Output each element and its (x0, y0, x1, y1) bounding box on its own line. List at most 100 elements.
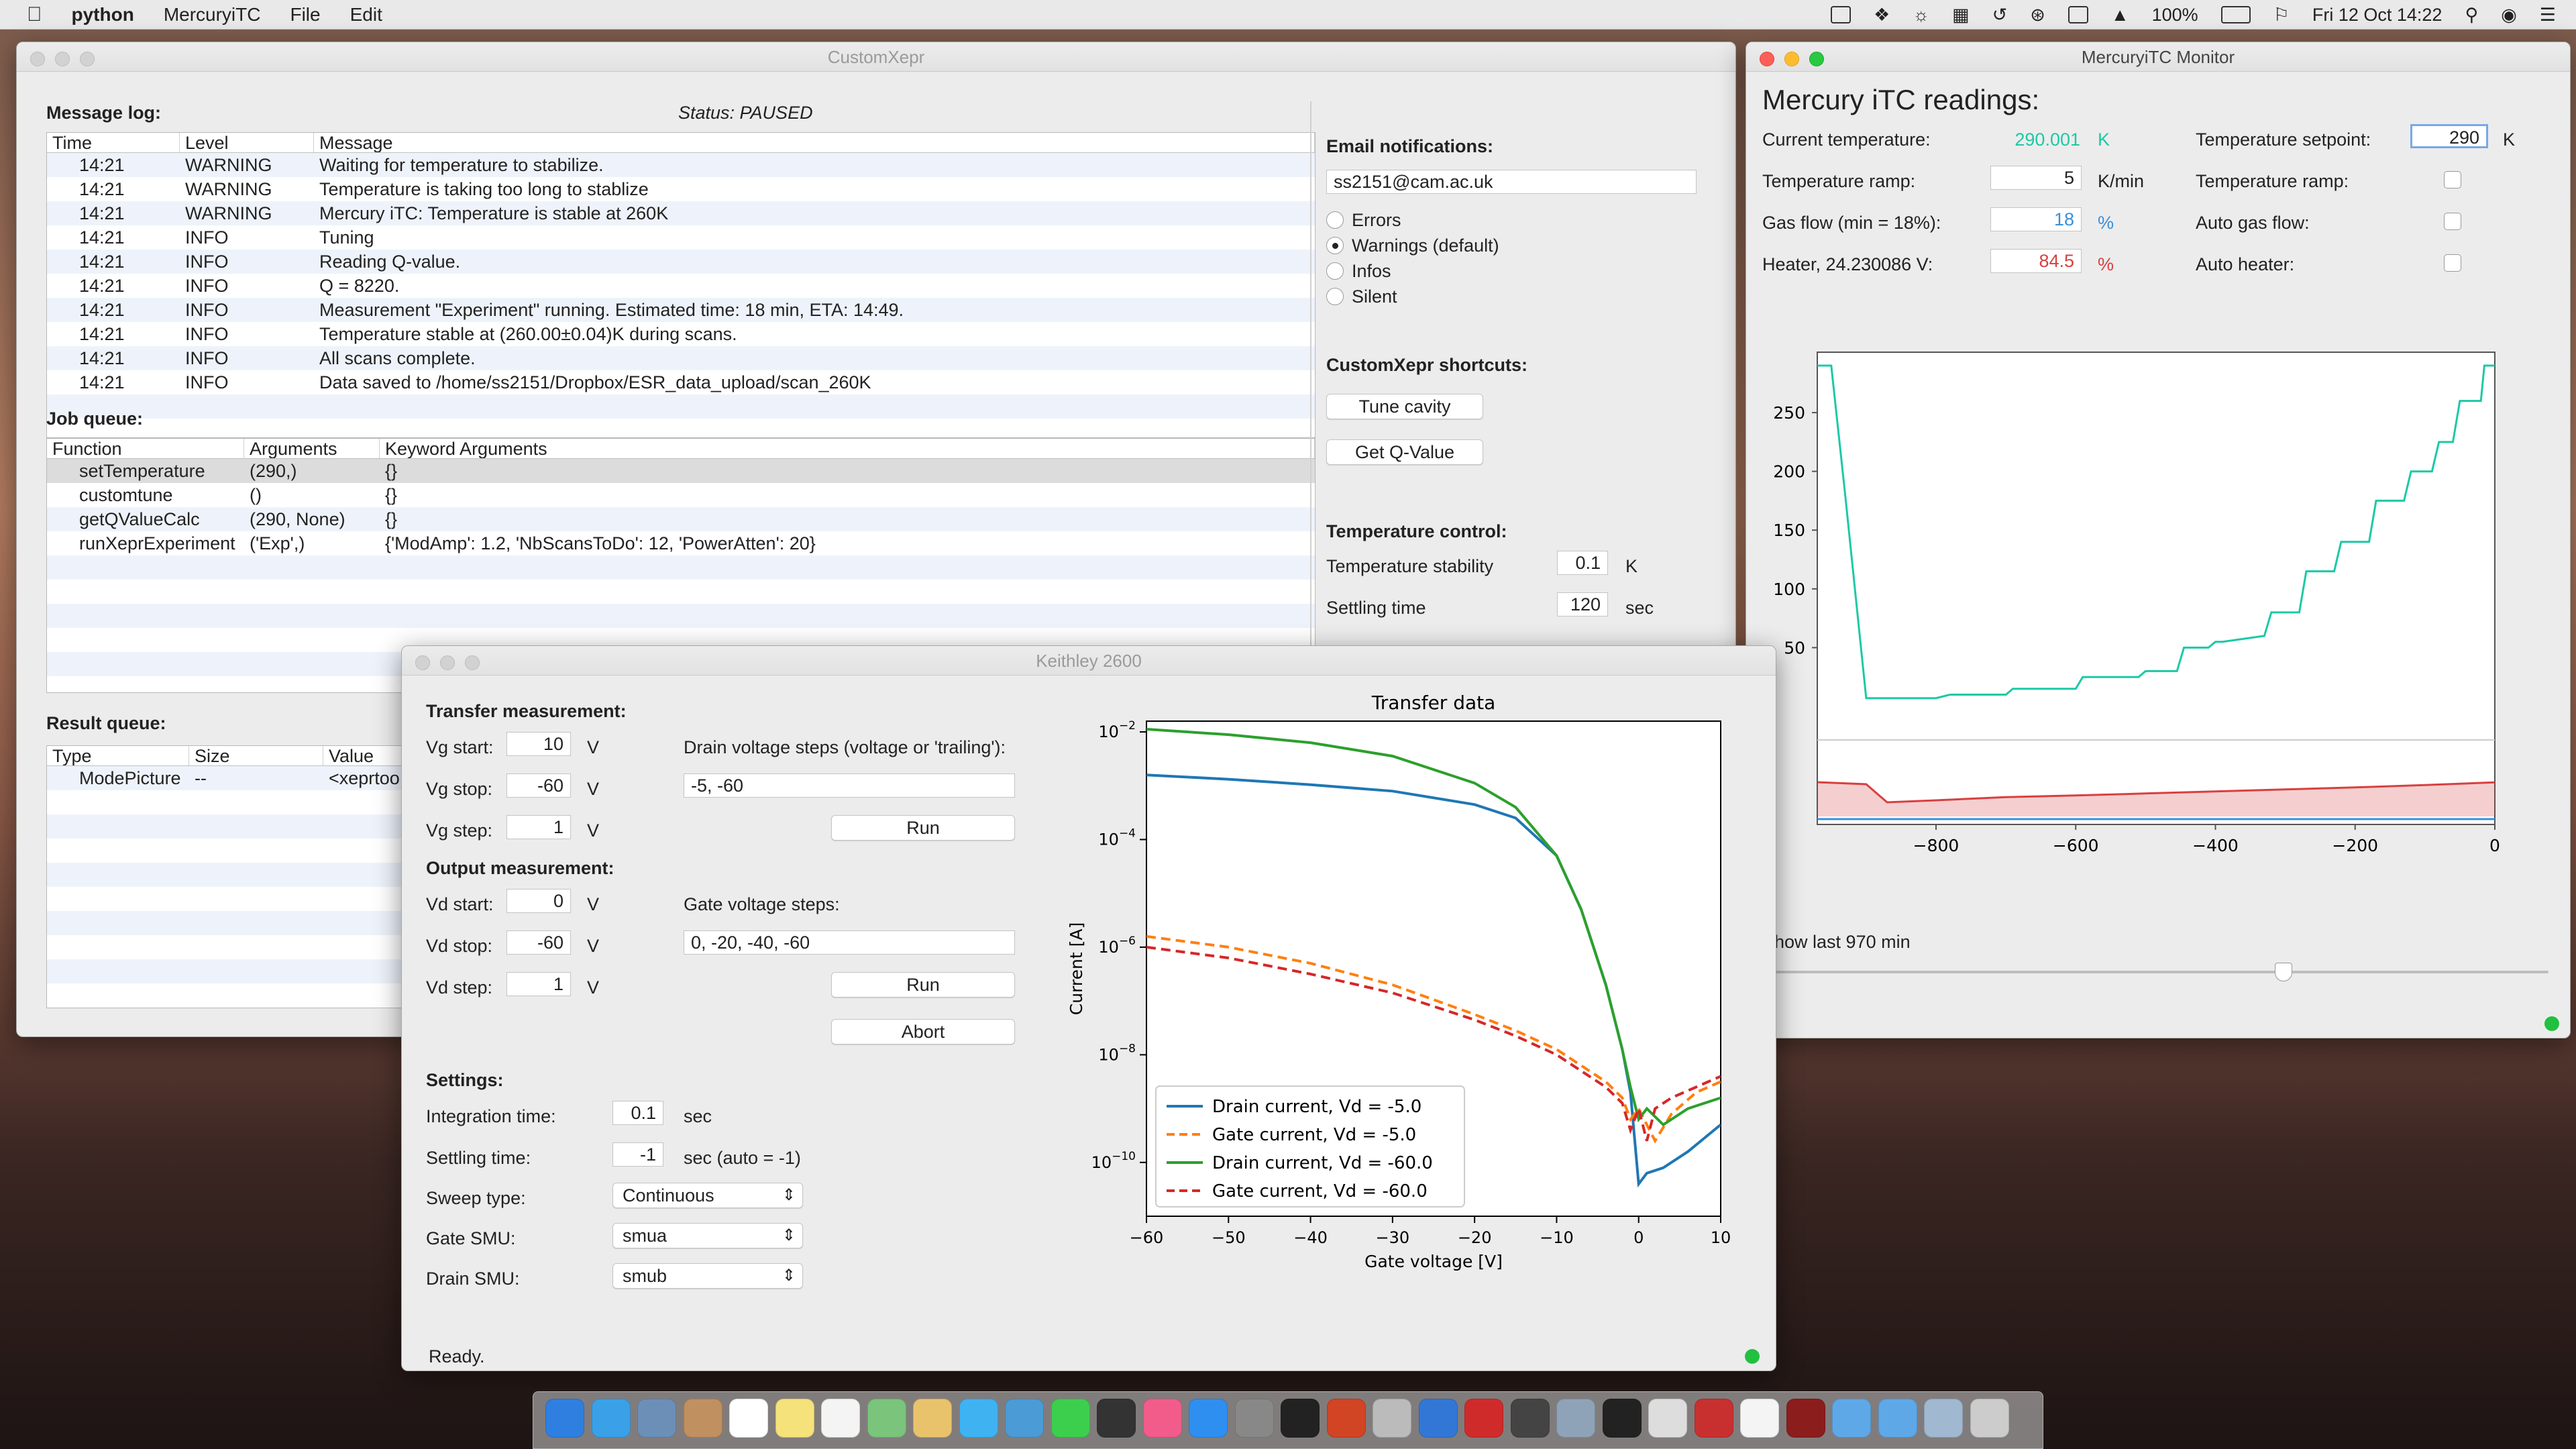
table-row[interactable]: 14:21 INFO Tuning (47, 225, 1315, 250)
get-qvalue-button[interactable]: Get Q-Value (1326, 439, 1483, 465)
zoom-button[interactable] (465, 655, 480, 670)
terminal-icon[interactable] (1602, 1399, 1642, 1438)
column-header[interactable]: Type (47, 746, 189, 765)
finder-icon[interactable] (545, 1399, 584, 1438)
column-header[interactable]: Keyword Arguments (380, 439, 1315, 458)
auto-heater-checkbox[interactable] (2444, 254, 2461, 272)
download-icon[interactable] (1924, 1399, 1963, 1438)
battery-icon[interactable] (2220, 6, 2251, 23)
vg-step-field[interactable]: 1 (506, 815, 571, 839)
notify-radio-0[interactable] (1326, 211, 1344, 229)
mercury-titlebar[interactable]: MercuryiTC Monitor (1746, 42, 2570, 72)
spider-icon[interactable] (1373, 1399, 1411, 1438)
table-row[interactable]: 14:21 WARNING Waiting for temperature to s… (47, 153, 1315, 177)
minimize-button[interactable] (440, 655, 455, 670)
vd-stop-field[interactable]: -60 (506, 930, 571, 955)
ramp-field[interactable]: 5 (1990, 166, 2082, 190)
column-header[interactable]: Size (189, 746, 323, 765)
table-row[interactable]: 14:21 INFO Measurement "Experiment" runnin… (47, 298, 1315, 322)
table-row[interactable]: 14:21 WARNING Temperature is taking too lo… (47, 177, 1315, 201)
table-row[interactable]: 14:21 INFO Data saved to /home/ss2151/Drop… (47, 370, 1315, 394)
activity-icon[interactable] (1281, 1399, 1320, 1438)
notes-icon[interactable] (775, 1399, 814, 1438)
folder-icon[interactable] (1556, 1399, 1595, 1438)
keithley-titlebar[interactable]: Keithley 2600 (402, 646, 1776, 676)
table-row[interactable]: 14:21 INFO Reading Q-value. (47, 250, 1315, 274)
xcode-icon[interactable] (1418, 1399, 1458, 1438)
facetime-icon[interactable] (1051, 1399, 1090, 1438)
appstore-icon[interactable] (1189, 1399, 1228, 1438)
settling-time-field[interactable]: -1 (612, 1142, 663, 1167)
ramp-checkbox[interactable] (2444, 171, 2461, 189)
apple-icon[interactable]:  (27, 3, 42, 26)
contacts-icon[interactable] (683, 1399, 722, 1438)
vg-start-field[interactable]: 10 (506, 732, 571, 756)
preview-icon[interactable] (637, 1399, 676, 1438)
table-row[interactable]: 14:21 INFO All scans complete. (47, 346, 1315, 370)
battery-label[interactable]: 100% (2152, 5, 2198, 25)
integration-time-field[interactable]: 0.1 (612, 1101, 663, 1125)
table-row[interactable]: setTemperature (290,) {} (47, 459, 1315, 483)
notify-option-label[interactable]: Silent (1352, 286, 1397, 307)
spotlight-icon[interactable]: ⚲ (2465, 5, 2478, 25)
time-slider-thumb[interactable] (2275, 963, 2292, 981)
drain-steps-field[interactable]: -5, -60 (684, 773, 1015, 798)
sweep-type-select[interactable]: Continuous (612, 1183, 803, 1208)
email-field[interactable]: ss2151@cam.ac.uk (1326, 170, 1697, 194)
customxepr-titlebar[interactable]: CustomXepr (17, 42, 1735, 72)
close-button[interactable] (1760, 52, 1774, 66)
column-header[interactable]: Time (47, 133, 180, 152)
close-button[interactable] (415, 655, 430, 670)
doc-icon[interactable] (1740, 1399, 1779, 1438)
column-header[interactable]: Message (314, 133, 1315, 152)
temperature-stability-field[interactable]: 0.1 (1557, 551, 1608, 575)
table-row[interactable]: 14:21 INFO Q = 8220. (47, 274, 1315, 298)
heater-field[interactable]: 84.5 (1990, 249, 2082, 273)
notify-radio-3[interactable] (1326, 288, 1344, 305)
pdf-icon[interactable] (1786, 1399, 1825, 1438)
message-log-table[interactable]: Time Level Message 14:21 WARNING Waiting f… (46, 132, 1316, 438)
table-row[interactable]: runXeprExperiment ('Exp',) {'ModAmp': 1.2,… (47, 531, 1315, 555)
tune-cavity-button[interactable]: Tune cavity (1326, 394, 1483, 419)
column-header[interactable]: Function (47, 439, 244, 458)
display-icon[interactable] (1831, 6, 1851, 23)
safari-icon[interactable] (591, 1399, 631, 1438)
gate-steps-field[interactable]: 0, -20, -40, -60 (684, 930, 1015, 955)
table-row[interactable]: 14:21 WARNING Mercury iTC: Temperature is … (47, 201, 1315, 225)
trash-icon[interactable] (1970, 1399, 2009, 1438)
maps-icon[interactable] (867, 1399, 906, 1438)
minimize-button[interactable] (55, 52, 70, 66)
gas-flow-field[interactable]: 18 (1990, 207, 2082, 231)
vd-start-field[interactable]: 0 (506, 889, 571, 913)
notify-option-label[interactable]: Warnings (default) (1352, 235, 1499, 256)
settling-time-field[interactable]: 120 (1557, 592, 1608, 616)
notify-radio-2[interactable] (1326, 262, 1344, 280)
menu-item-edit[interactable]: Edit (350, 4, 382, 25)
folder-icon[interactable] (1878, 1399, 1917, 1438)
notification-center-icon[interactable]: ☰ (2540, 5, 2556, 25)
menu-item-mercuryitc[interactable]: MercuryiTC (164, 4, 261, 25)
siri-icon[interactable]: ◉ (2501, 5, 2517, 25)
table-row[interactable]: getQValueCalc (290, None) {} (47, 507, 1315, 531)
notify-radio-1[interactable] (1326, 237, 1344, 254)
vg-stop-field[interactable]: -60 (506, 773, 571, 798)
vd-step-field[interactable]: 1 (506, 972, 571, 996)
run-transfer-button[interactable]: Run (831, 815, 1015, 841)
time-slider-track[interactable] (1764, 971, 2548, 973)
dropbox-icon[interactable]: ❖ (1874, 5, 1890, 25)
preferences-icon[interactable] (1234, 1399, 1274, 1438)
run-output-button[interactable]: Run (831, 972, 1015, 998)
flag-icon[interactable]: ⚐ (2273, 5, 2290, 25)
minimize-button[interactable] (1784, 52, 1799, 66)
zotero-icon[interactable] (1464, 1399, 1503, 1438)
menu-app-name[interactable]: python (72, 4, 134, 25)
github-icon[interactable] (1510, 1399, 1550, 1438)
itunes-icon[interactable] (1142, 1399, 1182, 1438)
abort-button[interactable]: Abort (831, 1019, 1015, 1044)
folder-icon[interactable] (1832, 1399, 1871, 1438)
reminders-icon[interactable] (821, 1399, 860, 1438)
setpoint-field[interactable]: 290 (2410, 124, 2488, 148)
messages-icon[interactable] (959, 1399, 998, 1438)
stocks-icon[interactable] (1097, 1399, 1136, 1438)
drain-smu-select[interactable]: smub (612, 1263, 803, 1289)
